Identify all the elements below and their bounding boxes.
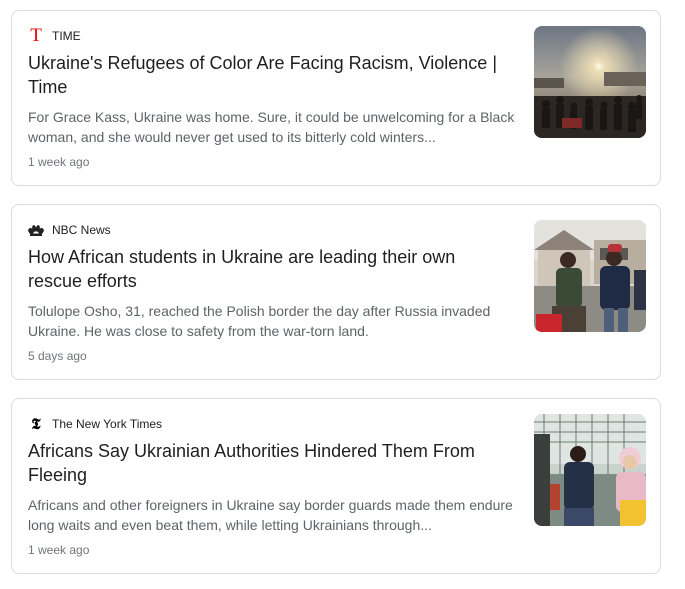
news-card[interactable]: 𝕿 The New York Times Africans Say Ukrain… (11, 398, 661, 574)
people-waiting-at-fence-image (534, 414, 646, 526)
students-at-border-image (534, 220, 646, 332)
headline-link[interactable]: Ukraine's Refugees of Color Are Facing R… (28, 51, 514, 99)
news-source: T TIME (28, 25, 81, 46)
headline-link[interactable]: How African students in Ukraine are lead… (28, 245, 514, 293)
news-source: 𝕿 The New York Times (28, 415, 162, 433)
article-thumbnail[interactable] (534, 220, 646, 332)
news-source: NBC News (28, 221, 111, 239)
news-card[interactable]: NBC News How African students in Ukraine… (11, 204, 661, 380)
time-logo-icon: T (30, 25, 42, 46)
article-age: 1 week ago (28, 543, 90, 557)
news-card[interactable]: T TIME Ukraine's Refugees of Color Are F… (11, 10, 661, 186)
article-snippet: Africans and other foreigners in Ukraine… (28, 497, 513, 533)
article-snippet: Tolulope Osho, 31, reached the Polish bo… (28, 303, 491, 339)
article-snippet: For Grace Kass, Ukraine was home. Sure, … (28, 109, 515, 145)
article-thumbnail[interactable] (534, 414, 646, 526)
headline-link[interactable]: Africans Say Ukrainian Authorities Hinde… (28, 439, 514, 487)
article-age: 1 week ago (28, 155, 90, 169)
source-name: TIME (52, 29, 81, 43)
source-name: NBC News (52, 223, 111, 237)
article-age: 5 days ago (28, 349, 87, 363)
article-thumbnail[interactable] (534, 26, 646, 138)
nyt-t-icon: 𝕿 (31, 415, 41, 433)
nbc-peacock-icon (28, 222, 44, 238)
source-name: The New York Times (52, 417, 163, 431)
crowd-at-sunset-image (534, 26, 646, 138)
